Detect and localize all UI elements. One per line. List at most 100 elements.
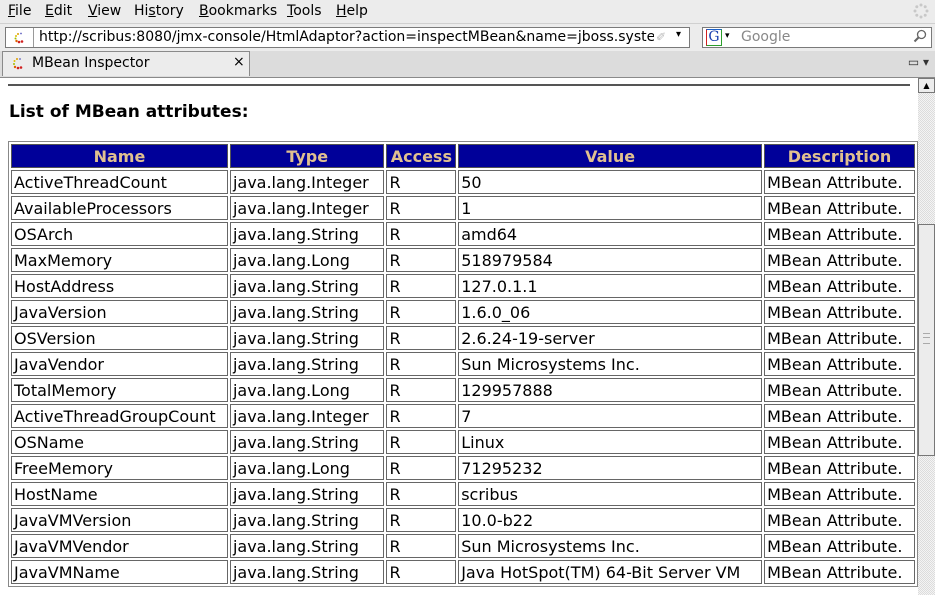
bookmark-icon[interactable]: ✐ bbox=[656, 30, 666, 44]
attribute-access: R bbox=[386, 534, 457, 558]
table-row: JavaVMVersion java.lang.String R 10.0-b22 MB… bbox=[11, 508, 915, 532]
attribute-description: MBean Attribute. bbox=[764, 430, 915, 454]
attribute-description: MBean Attribute. bbox=[764, 196, 915, 220]
table-row: HostAddress java.lang.String R 127.0.1.1 MBe… bbox=[11, 274, 915, 298]
table-row: ActiveThreadCount java.lang.Integer R 50 MBe… bbox=[11, 170, 915, 194]
attribute-name[interactable]: JavaVMName bbox=[11, 560, 228, 584]
url-history-dropdown-icon[interactable]: ▾ bbox=[676, 29, 681, 40]
attribute-name[interactable]: HostAddress bbox=[11, 274, 228, 298]
tab-mbean-inspector[interactable]: MBean Inspector × bbox=[2, 51, 250, 76]
attribute-value: amd64 bbox=[458, 222, 763, 246]
attribute-name[interactable]: OSName bbox=[11, 430, 228, 454]
attribute-value: scribus bbox=[458, 482, 763, 506]
attribute-type: java.lang.String bbox=[229, 560, 385, 584]
table-row: JavaVMName java.lang.String R Java HotSpot(… bbox=[11, 560, 915, 584]
menu-edit[interactable]: Edit bbox=[45, 3, 72, 19]
attribute-value: 129957888 bbox=[458, 378, 763, 402]
attribute-type: java.lang.Long bbox=[229, 378, 385, 402]
attribute-description: MBean Attribute. bbox=[764, 352, 915, 376]
attribute-description: MBean Attribute. bbox=[764, 534, 915, 558]
attribute-value: 127.0.1.1 bbox=[458, 274, 763, 298]
attribute-type: java.lang.String bbox=[229, 300, 385, 324]
attribute-access: R bbox=[386, 352, 457, 376]
attribute-value: 71295232 bbox=[458, 456, 763, 480]
table-row: AvailableProcessors java.lang.Integer R 1 MB… bbox=[11, 196, 915, 220]
close-tab-icon[interactable]: × bbox=[233, 54, 245, 70]
column-header-type: Type bbox=[229, 144, 385, 168]
attribute-type: java.lang.Integer bbox=[229, 196, 385, 220]
attribute-access: R bbox=[386, 274, 457, 298]
search-engine-icon[interactable]: G bbox=[706, 29, 722, 46]
attribute-access: R bbox=[386, 222, 457, 246]
table-row: JavaVendor java.lang.String R Sun Microsyst… bbox=[11, 352, 915, 376]
table-row: OSName java.lang.String R Linux MBean Attrib… bbox=[11, 430, 915, 454]
navigation-toolbar: http://scribus:8080/jmx-console/HtmlAdap… bbox=[0, 23, 935, 52]
menu-file[interactable]: File bbox=[8, 3, 31, 19]
attribute-name[interactable]: OSVersion bbox=[11, 326, 228, 350]
menu-tools[interactable]: Tools bbox=[287, 3, 322, 19]
mbean-attributes-table: Name Type Access Value Description ActiveThr… bbox=[8, 141, 918, 587]
attribute-access: R bbox=[386, 196, 457, 220]
scroll-up-arrow-icon[interactable]: ▲ bbox=[918, 78, 935, 93]
attribute-access: R bbox=[386, 404, 457, 428]
menu-history[interactable]: History bbox=[134, 3, 184, 19]
attribute-value: 2.6.24-19-server bbox=[458, 326, 763, 350]
attribute-access: R bbox=[386, 508, 457, 532]
tab-bar: MBean Inspector × ▭ ▾ bbox=[0, 51, 935, 78]
attribute-name[interactable]: MaxMemory bbox=[11, 248, 228, 272]
list-all-tabs-icon[interactable]: ▭ ▾ bbox=[908, 55, 929, 69]
page-content: List of MBean attributes: Name Type Access… bbox=[0, 78, 918, 595]
attribute-type: java.lang.Integer bbox=[229, 404, 385, 428]
scrollbar-thumb[interactable] bbox=[918, 224, 935, 456]
attribute-value: Sun Microsystems Inc. bbox=[458, 534, 763, 558]
search-icon[interactable] bbox=[913, 29, 927, 47]
attribute-name[interactable]: ActiveThreadGroupCount bbox=[11, 404, 228, 428]
attribute-name[interactable]: JavaVMVendor bbox=[11, 534, 228, 558]
table-row: HostName java.lang.String Rscribus MBean At… bbox=[11, 482, 915, 506]
table-row: OSVersion java.lang.String R 2.6.24-19-serv… bbox=[11, 326, 915, 350]
table-row: MaxMemory java.lang.Long R 518979584 MBean A… bbox=[11, 248, 915, 272]
url-text[interactable]: http://scribus:8080/jmx-console/HtmlAdap… bbox=[39, 29, 654, 45]
menu-bookmarks[interactable]: Bookmarks bbox=[199, 3, 277, 19]
tab-loading-icon bbox=[9, 56, 25, 72]
attribute-name[interactable]: OSArch bbox=[11, 222, 228, 246]
attribute-value: 50 bbox=[458, 170, 763, 194]
attribute-access: R bbox=[386, 326, 457, 350]
attribute-name[interactable]: JavaVMVersion bbox=[11, 508, 228, 532]
attribute-access: R bbox=[386, 560, 457, 584]
throbber-icon bbox=[913, 3, 929, 19]
attribute-access: R bbox=[386, 430, 457, 454]
search-engine-dropdown-icon[interactable]: ▾ bbox=[725, 31, 730, 41]
attribute-description: MBean Attribute. bbox=[764, 378, 915, 402]
attribute-description: MBean Attribute. bbox=[764, 508, 915, 532]
vertical-scrollbar[interactable]: ▲ bbox=[918, 78, 935, 595]
table-row: TotalMemory java.lang.Long R 129957888 MBean… bbox=[11, 378, 915, 402]
attribute-access: R bbox=[386, 248, 457, 272]
tab-title: MBean Inspector bbox=[32, 55, 150, 71]
attribute-name[interactable]: TotalMemory bbox=[11, 378, 228, 402]
column-header-value: Value bbox=[458, 144, 763, 168]
attribute-value: 7 bbox=[458, 404, 763, 428]
search-input[interactable]: Google bbox=[741, 29, 790, 45]
menu-help[interactable]: Help bbox=[336, 3, 368, 19]
attribute-name[interactable]: FreeMemory bbox=[11, 456, 228, 480]
attribute-name[interactable]: JavaVersion bbox=[11, 300, 228, 324]
attribute-type: java.lang.String bbox=[229, 534, 385, 558]
url-bar[interactable]: http://scribus:8080/jmx-console/HtmlAdap… bbox=[5, 27, 690, 48]
attribute-access: R bbox=[386, 456, 457, 480]
menu-view[interactable]: View bbox=[88, 3, 121, 19]
column-header-access: Access bbox=[386, 144, 457, 168]
scrollbar-grip-icon bbox=[923, 333, 930, 344]
column-header-description: Description bbox=[764, 144, 915, 168]
page-heading: List of MBean attributes: bbox=[9, 102, 249, 122]
attribute-name[interactable]: AvailableProcessors bbox=[11, 196, 228, 220]
attribute-description: MBean Attribute. bbox=[764, 274, 915, 298]
attribute-name[interactable]: HostName bbox=[11, 482, 228, 506]
attribute-name[interactable]: JavaVendor bbox=[11, 352, 228, 376]
attribute-name[interactable]: ActiveThreadCount bbox=[11, 170, 228, 194]
attribute-type: java.lang.String bbox=[229, 482, 385, 506]
search-bar[interactable]: G ▾ Google bbox=[702, 27, 932, 48]
attribute-type: java.lang.String bbox=[229, 430, 385, 454]
attribute-description: MBean Attribute. bbox=[764, 248, 915, 272]
attribute-value: 10.0-b22 bbox=[458, 508, 763, 532]
